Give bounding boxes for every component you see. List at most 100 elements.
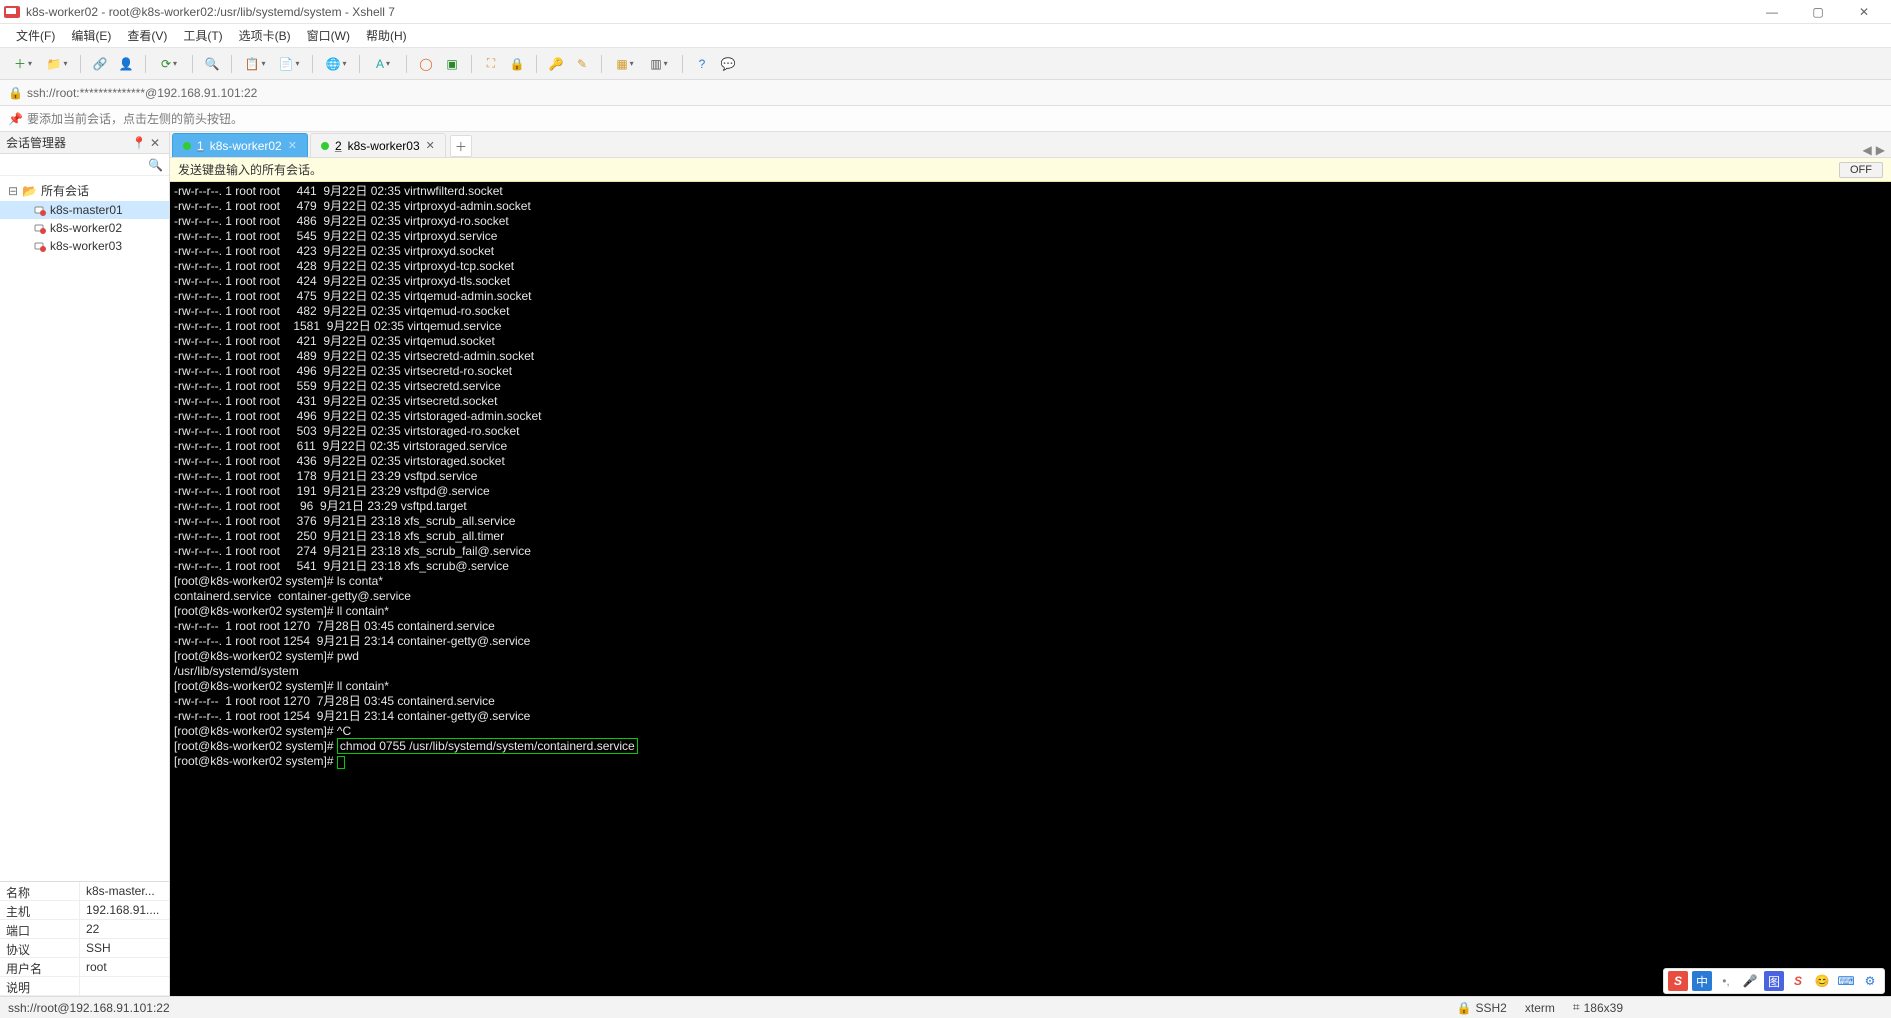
session-search[interactable]: 🔍 [0,154,169,176]
terminal-cursor [337,756,345,769]
toolbar-sep [601,55,602,73]
ime-punct-button[interactable]: •, [1716,971,1736,991]
connection-status-icon [183,142,191,150]
layout-button[interactable]: ▥ [644,53,674,75]
terminal-line: -rw-r--r--. 1 root root 489 9月22日 02:35 … [174,349,1887,364]
menu-file[interactable]: 文件(F) [8,24,63,48]
panel-pin-button[interactable]: 📍 [131,136,147,150]
paste-button[interactable]: 📄 [274,53,304,75]
terminal-line: -rw-r--r--. 1 root root 1254 9月21日 23:14… [174,634,1887,649]
property-value: SSH [80,939,169,957]
session-item[interactable]: k8s-master01 [0,201,169,219]
terminal-line: -rw-r--r--. 1 root root 441 9月22日 02:35 … [174,184,1887,199]
session-icon [34,204,46,216]
title-bar: k8s-worker02 - root@k8s-worker02:/usr/li… [0,0,1891,24]
tree-expand-icon[interactable]: ⊟ [8,184,18,198]
open-folder-button[interactable]: 📁 [42,53,72,75]
tab-close-button[interactable]: ✕ [426,139,435,152]
globe-button[interactable]: 🌐 [321,53,351,75]
terminal-line: -rw-r--r--. 1 root root 486 9月22日 02:35 … [174,214,1887,229]
record-button[interactable]: ◯ [415,53,437,75]
session-item[interactable]: k8s-worker03 [0,237,169,255]
session-tab[interactable]: 2 k8s-worker03 ✕ [310,133,446,157]
tree-root-label: 所有会话 [41,182,89,199]
ime-sogou-icon[interactable]: S [1668,971,1688,991]
property-key: 说明 [0,977,80,995]
status-ssh: 🔒SSH2 [1457,1001,1507,1015]
property-value: root [80,958,169,976]
broadcast-toggle[interactable]: OFF [1839,162,1883,178]
menu-edit[interactable]: 编辑(E) [63,24,119,48]
connection-status-icon [321,142,329,150]
session-icon [34,222,46,234]
panels-button[interactable]: ▦ [610,53,640,75]
terminal-line: -rw-r--r--. 1 root root 428 9月22日 02:35 … [174,259,1887,274]
search-icon: 🔍 [148,158,163,172]
menu-tools[interactable]: 工具(T) [175,24,230,48]
panel-close-button[interactable]: ✕ [147,136,163,150]
address-url[interactable]: ssh://root:**************@192.168.91.101… [27,86,257,100]
ime-s2-button[interactable]: S [1788,971,1808,991]
profile-button[interactable]: 👤 [115,53,137,75]
terminal-line: -rw-r--r--. 1 root root 559 9月22日 02:35 … [174,379,1887,394]
highlight-button[interactable]: ✎ [571,53,593,75]
menu-view[interactable]: 查看(V) [119,24,175,48]
lock-button[interactable]: 🔒 [506,53,528,75]
help-button[interactable]: ? [691,53,713,75]
maximize-button[interactable]: ▢ [1795,0,1841,24]
menu-tabs[interactable]: 选项卡(B) [231,24,299,48]
feedback-button[interactable]: 💬 [717,53,739,75]
property-value: 192.168.91.... [80,901,169,919]
terminal-line: -rw-r--r--. 1 root root 431 9月22日 02:35 … [174,394,1887,409]
property-value [80,977,169,995]
terminal-line: -rw-r--r--. 1 root root 503 9月22日 02:35 … [174,424,1887,439]
stop-record-button[interactable]: ▣ [441,53,463,75]
terminal-line: -rw-r--r--. 1 root root 191 9月21日 23:29 … [174,484,1887,499]
tab-label: k8s-worker03 [348,139,420,153]
fullscreen-button[interactable]: ⛶ [480,53,502,75]
property-row: 名称k8s-master... [0,882,169,901]
terminal-line: [root@k8s-worker02 system]# chmod 0755 /… [174,739,1887,754]
tabs-next-button[interactable]: ▶ [1876,143,1885,157]
terminal[interactable]: -rw-r--r--. 1 root root 441 9月22日 02:35 … [170,182,1891,996]
copy-button[interactable]: 📋 [240,53,270,75]
terminal-line: -rw-r--r--. 1 root root 475 9月22日 02:35 … [174,289,1887,304]
tab-number: 2 [335,139,342,153]
terminal-line: -rw-r--r--. 1 root root 541 9月21日 23:18 … [174,559,1887,574]
status-connection: ssh://root@192.168.91.101:22 [8,1001,170,1015]
font-button[interactable]: A [368,53,398,75]
session-tree: ⊟ 📂 所有会话 k8s-master01k8s-worker02k8s-wor… [0,176,169,881]
minimize-button[interactable]: — [1749,0,1795,24]
tabs-prev-button[interactable]: ◀ [1863,143,1872,157]
terminal-line: -rw-r--r--. 1 root root 376 9月21日 23:18 … [174,514,1887,529]
session-manager-panel: 会话管理器 📍 ✕ 🔍 ⊟ 📂 所有会话 k8s-master01k8s-wor… [0,132,170,996]
highlighted-command: chmod 0755 /usr/lib/systemd/system/conta… [337,738,638,754]
tab-close-button[interactable]: ✕ [288,139,297,152]
session-item[interactable]: k8s-worker02 [0,219,169,237]
ime-lang-button[interactable]: 中 [1692,971,1712,991]
menu-window[interactable]: 窗口(W) [299,24,358,48]
property-row: 主机192.168.91.... [0,901,169,920]
search-button[interactable]: 🔍 [201,53,223,75]
tab-number: 1 [197,139,204,153]
new-tab-button[interactable]: ＋ [450,135,472,157]
session-tab[interactable]: 1k8s-worker02✕ [172,133,308,157]
ime-settings-button[interactable]: ⚙ [1860,971,1880,991]
ime-emoji-button[interactable]: 😊 [1812,971,1832,991]
ime-voice-button[interactable]: 🎤 [1740,971,1760,991]
new-session-button[interactable]: ＋ [8,53,38,75]
terminal-line: -rw-r--r--. 1 root root 496 9月22日 02:35 … [174,364,1887,379]
menu-help[interactable]: 帮助(H) [358,24,415,48]
ime-keyboard-button[interactable]: ⌨ [1836,971,1856,991]
reconnect-button[interactable]: ⟳ [154,53,184,75]
terminal-line: [root@k8s-worker02 system]# ls conta* [174,574,1887,589]
property-key: 端口 [0,920,80,938]
ime-image-button[interactable]: 图 [1764,971,1784,991]
tree-root[interactable]: ⊟ 📂 所有会话 [0,180,169,201]
property-row: 用户名root [0,958,169,977]
close-button[interactable]: ✕ [1841,0,1887,24]
link-button[interactable]: 🔗 [89,53,111,75]
session-properties: 名称k8s-master...主机192.168.91....端口22协议SSH… [0,881,169,996]
property-value: 22 [80,920,169,938]
key-button[interactable]: 🔑 [545,53,567,75]
